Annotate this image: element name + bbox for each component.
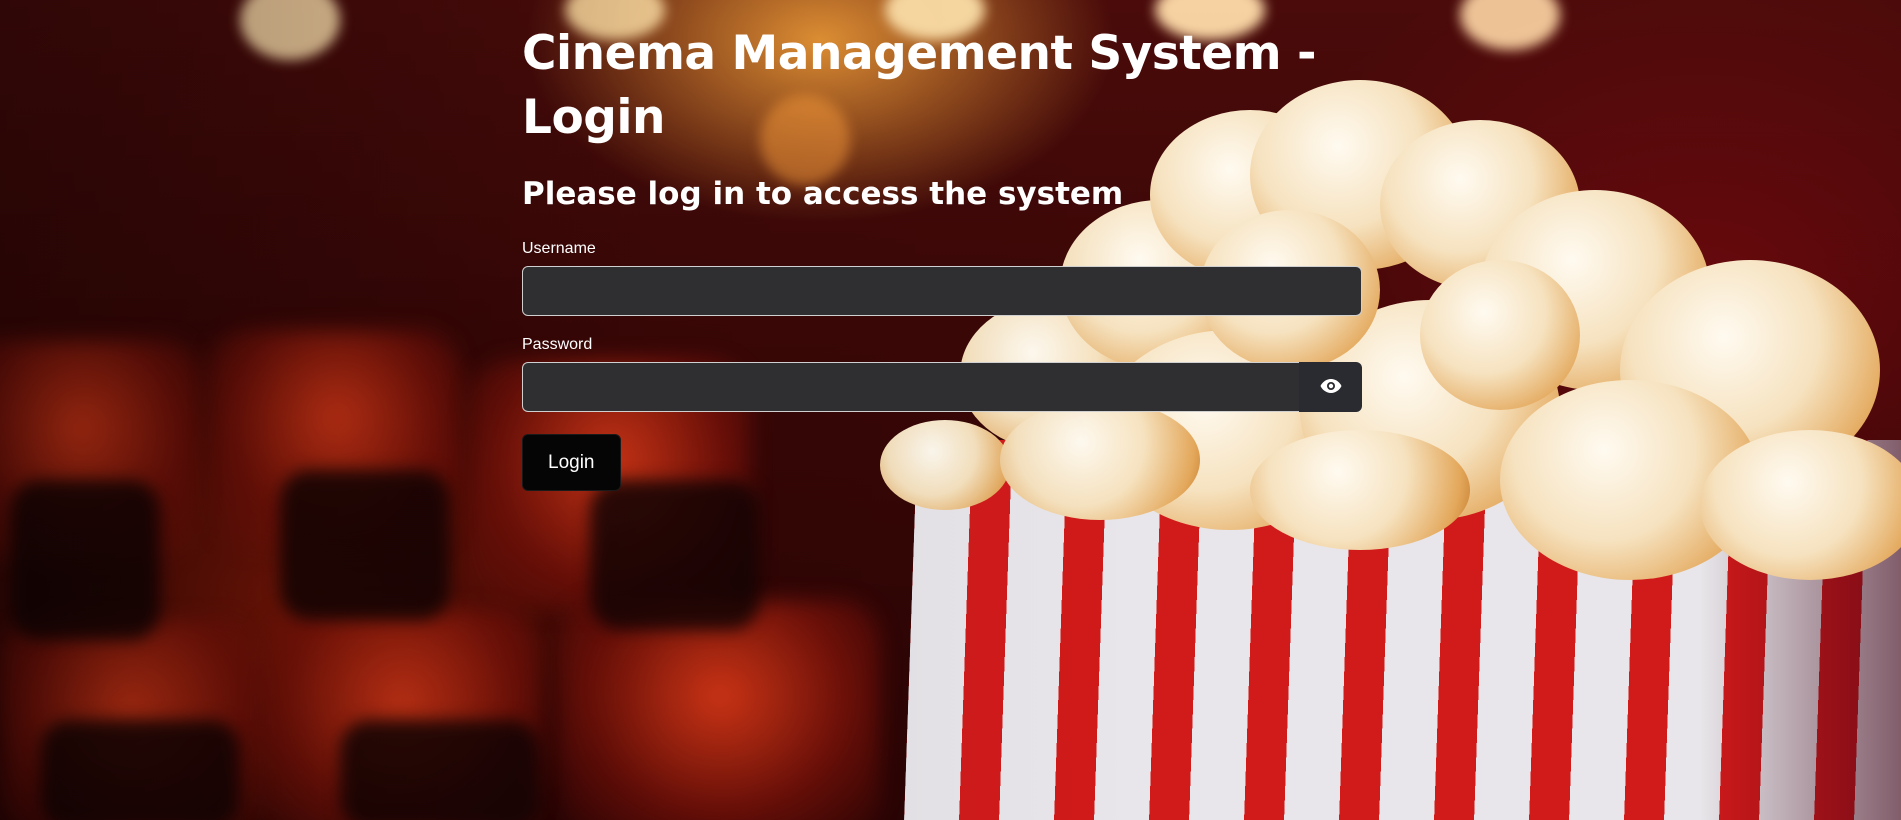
page-subtitle: Please log in to access the system: [522, 176, 1124, 212]
show-password-button[interactable]: [1299, 362, 1362, 412]
login-form: Cinema Management System - Login Please …: [522, 0, 1362, 491]
login-page: Cinema Management System - Login Please …: [0, 0, 1901, 820]
password-label: Password: [522, 336, 593, 353]
login-button[interactable]: Login: [522, 434, 621, 491]
password-field: [522, 362, 1362, 412]
password-input[interactable]: [522, 362, 1299, 412]
page-title: Cinema Management System - Login: [522, 26, 1316, 145]
eye-icon: [1319, 374, 1343, 401]
username-input[interactable]: [522, 266, 1362, 316]
username-label: Username: [522, 240, 596, 257]
